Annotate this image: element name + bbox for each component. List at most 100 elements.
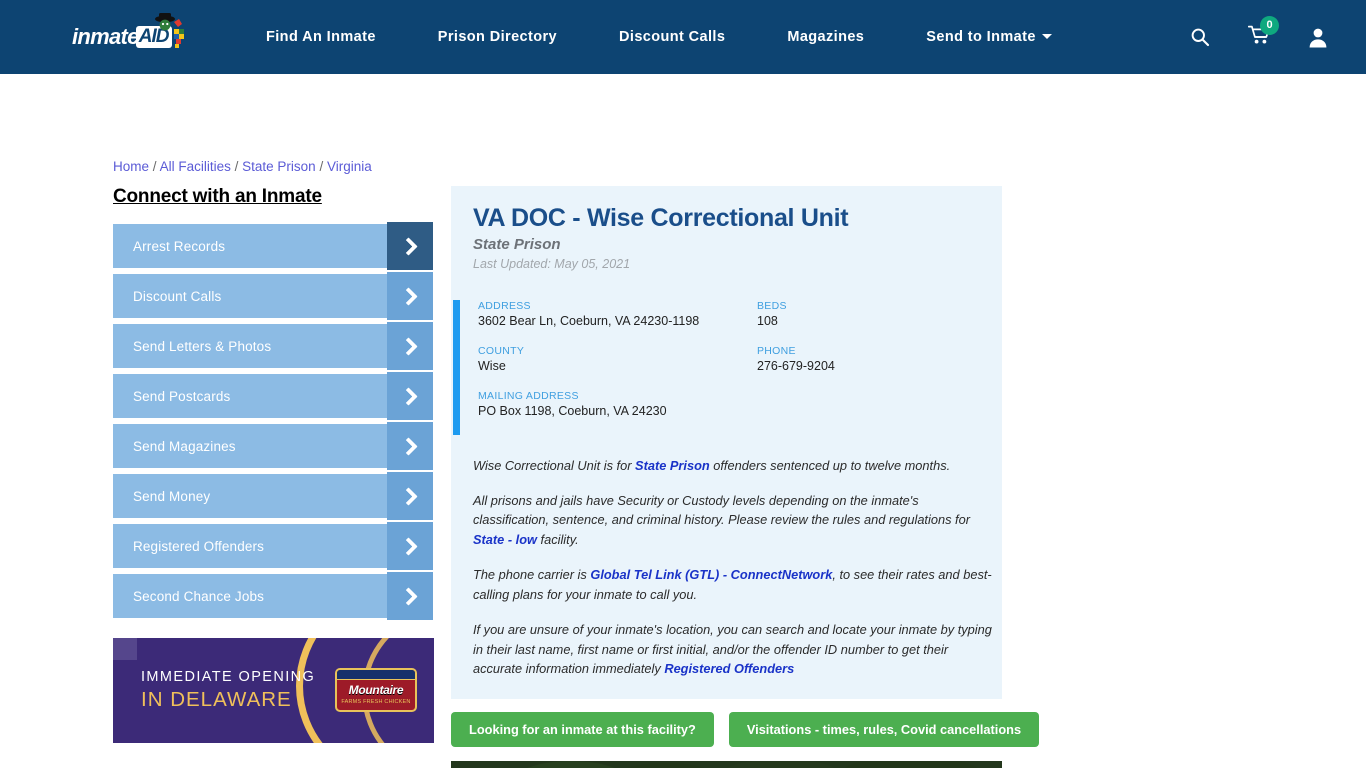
sidebar-item-label: Send Postcards <box>133 388 231 404</box>
main-content: VA DOC - Wise Correctional Unit State Pr… <box>451 186 1040 768</box>
advertisement-banner[interactable]: IMMEDIATE OPENING IN DELAWARE Mountaire … <box>113 638 434 743</box>
info-label: BEDS <box>757 299 787 312</box>
breadcrumb-separator: / <box>319 159 324 174</box>
search-icon[interactable] <box>1190 27 1210 47</box>
description-paragraph-2: All prisons and jails have Security or C… <box>473 491 992 550</box>
info-field-phone: PHONE 276-679-9204 <box>757 345 1002 373</box>
shopping-cart-icon[interactable]: 0 <box>1247 15 1279 50</box>
nav-item-magazines[interactable]: Magazines <box>787 29 864 45</box>
inmateaid-mascot-icon <box>155 13 184 48</box>
info-field-county: COUNTY Wise <box>478 345 757 373</box>
desc-text: The phone carrier is <box>473 567 591 583</box>
breadcrumb-separator: / <box>234 159 239 174</box>
breadcrumb-item-home[interactable]: Home <box>113 159 149 174</box>
info-label: COUNTY <box>478 344 525 357</box>
chevron-down-icon <box>1041 34 1052 39</box>
info-field-mailing-address: MAILING ADDRESS PO Box 1198, Coeburn, VA… <box>478 390 757 418</box>
sidebar-item-send-money[interactable]: Send Money <box>113 472 433 520</box>
sidebar-item-registered-offenders[interactable]: Registered Offenders <box>113 522 433 570</box>
chevron-right-icon[interactable] <box>387 372 433 420</box>
header-icon-group: 0 <box>1190 0 1328 74</box>
breadcrumb-item-virginia[interactable]: Virginia <box>327 159 372 174</box>
page-body: Home / All Facilities / State Prison / V… <box>0 74 1366 768</box>
link-registered-offenders[interactable]: Registered Offenders <box>664 661 794 676</box>
find-inmate-button[interactable]: Looking for an inmate at this facility? <box>451 712 714 748</box>
facility-info-grid: ADDRESS 3602 Bear Ln, Coeburn, VA 24230-… <box>478 300 1002 418</box>
desc-text: offenders sentenced up to twelve months. <box>709 457 951 473</box>
sidebar-item-discount-calls[interactable]: Discount Calls <box>113 272 433 320</box>
sidebar-item-label: Send Magazines <box>133 438 236 454</box>
ad-copy: IMMEDIATE OPENING IN DELAWARE <box>141 669 315 713</box>
sidebar-item-label: Send Money <box>133 488 211 504</box>
ad-brand-tagline: FARMS FRESH CHICKEN <box>341 698 411 705</box>
nav-item-discount-calls[interactable]: Discount Calls <box>619 29 725 45</box>
main-navigation: Find An Inmate Prison Directory Discount… <box>266 29 1052 45</box>
cart-count-badge: 0 <box>1260 15 1279 35</box>
facility-description: Wise Correctional Unit is for State Pris… <box>451 440 1002 699</box>
nav-item-find-an-inmate[interactable]: Find An Inmate <box>266 29 376 45</box>
visitations-button[interactable]: Visitations - times, rules, Covid cancel… <box>728 712 1040 748</box>
site-logo[interactable]: inmate AID <box>72 13 194 59</box>
cta-button-row: Looking for an inmate at this facility? … <box>451 712 1040 748</box>
breadcrumb-item-all-facilities[interactable]: All Facilities <box>160 159 231 174</box>
description-paragraph-3: The phone carrier is Global Tel Link (GT… <box>473 565 992 605</box>
chevron-right-icon[interactable] <box>387 522 433 570</box>
breadcrumb-separator: / <box>152 159 157 174</box>
chevron-right-icon[interactable] <box>387 572 433 620</box>
info-value: PO Box 1198, Coeburn, VA 24230 <box>478 403 667 418</box>
info-label: ADDRESS <box>478 299 531 312</box>
sidebar-item-label: Second Chance Jobs <box>133 588 265 604</box>
ad-headline-line2: IN DELAWARE <box>141 688 292 712</box>
info-value: 276-679-9204 <box>757 358 835 373</box>
facility-aerial-image <box>451 761 1002 768</box>
nav-item-send-to-inmate-label: Send to Inmate <box>926 29 1036 45</box>
info-value: 3602 Bear Ln, Coeburn, VA 24230-1198 <box>478 313 700 328</box>
description-paragraph-1: Wise Correctional Unit is for State Pris… <box>473 456 992 476</box>
info-field-beds: BEDS 108 <box>757 300 1002 328</box>
link-state-prison[interactable]: State Prison <box>635 458 710 473</box>
facility-type: State Prison <box>473 235 561 253</box>
desc-text: Wise Correctional Unit is for <box>473 457 636 473</box>
info-label: PHONE <box>757 344 796 357</box>
facility-info-block: ADDRESS 3602 Bear Ln, Coeburn, VA 24230-… <box>451 299 1002 440</box>
link-state-low[interactable]: State - low <box>473 532 537 547</box>
info-field-address: ADDRESS 3602 Bear Ln, Coeburn, VA 24230-… <box>478 300 757 328</box>
site-header: inmate AID Find An Inmate Prison Directo… <box>0 0 1366 74</box>
nav-item-send-to-inmate[interactable]: Send to Inmate <box>926 29 1052 45</box>
aerial-satellite-photo <box>451 761 1002 768</box>
info-value: Wise <box>478 358 506 373</box>
ad-brand-name: Mountaire <box>348 682 404 697</box>
chevron-right-icon[interactable] <box>387 322 433 370</box>
chevron-right-icon[interactable] <box>387 272 433 320</box>
chevron-right-icon[interactable] <box>387 422 433 470</box>
facility-card: VA DOC - Wise Correctional Unit State Pr… <box>451 186 1002 700</box>
breadcrumb-item-state-prison[interactable]: State Prison <box>242 159 316 174</box>
breadcrumb: Home / All Facilities / State Prison / V… <box>113 159 372 174</box>
sidebar-item-second-chance-jobs[interactable]: Second Chance Jobs <box>113 572 433 620</box>
ad-corner-accent <box>113 638 137 660</box>
last-updated-text: Last Updated: May 05, 2021 <box>473 256 631 271</box>
sidebar-item-send-magazines[interactable]: Send Magazines <box>113 422 433 470</box>
info-label: MAILING ADDRESS <box>478 389 579 402</box>
info-value: 108 <box>757 313 778 328</box>
sidebar-item-arrest-records[interactable]: Arrest Records <box>113 222 433 270</box>
description-paragraph-4: If you are unsure of your inmate's locat… <box>473 620 992 679</box>
accent-bar <box>453 299 460 435</box>
sidebar-item-label: Send Letters & Photos <box>133 338 272 354</box>
page-title: VA DOC - Wise Correctional Unit <box>473 204 849 232</box>
sidebar-item-label: Registered Offenders <box>133 538 265 554</box>
sidebar: Connect with an Inmate Arrest Records Di… <box>113 186 433 624</box>
sidebar-item-label: Arrest Records <box>133 238 226 254</box>
chevron-right-icon[interactable] <box>387 222 433 270</box>
nav-item-prison-directory[interactable]: Prison Directory <box>438 29 557 45</box>
info-field-empty <box>757 390 1002 418</box>
link-phone-carrier[interactable]: Global Tel Link (GTL) - ConnectNetwork <box>590 567 832 582</box>
sidebar-item-send-letters-photos[interactable]: Send Letters & Photos <box>113 322 433 370</box>
facility-header: VA DOC - Wise Correctional Unit State Pr… <box>451 204 1002 271</box>
sidebar-item-send-postcards[interactable]: Send Postcards <box>113 372 433 420</box>
desc-text: facility. <box>537 532 579 548</box>
ad-headline-line1: IMMEDIATE OPENING <box>141 669 316 685</box>
chevron-right-icon[interactable] <box>387 472 433 520</box>
sidebar-item-label: Discount Calls <box>133 288 222 304</box>
user-account-icon[interactable] <box>1308 27 1328 48</box>
